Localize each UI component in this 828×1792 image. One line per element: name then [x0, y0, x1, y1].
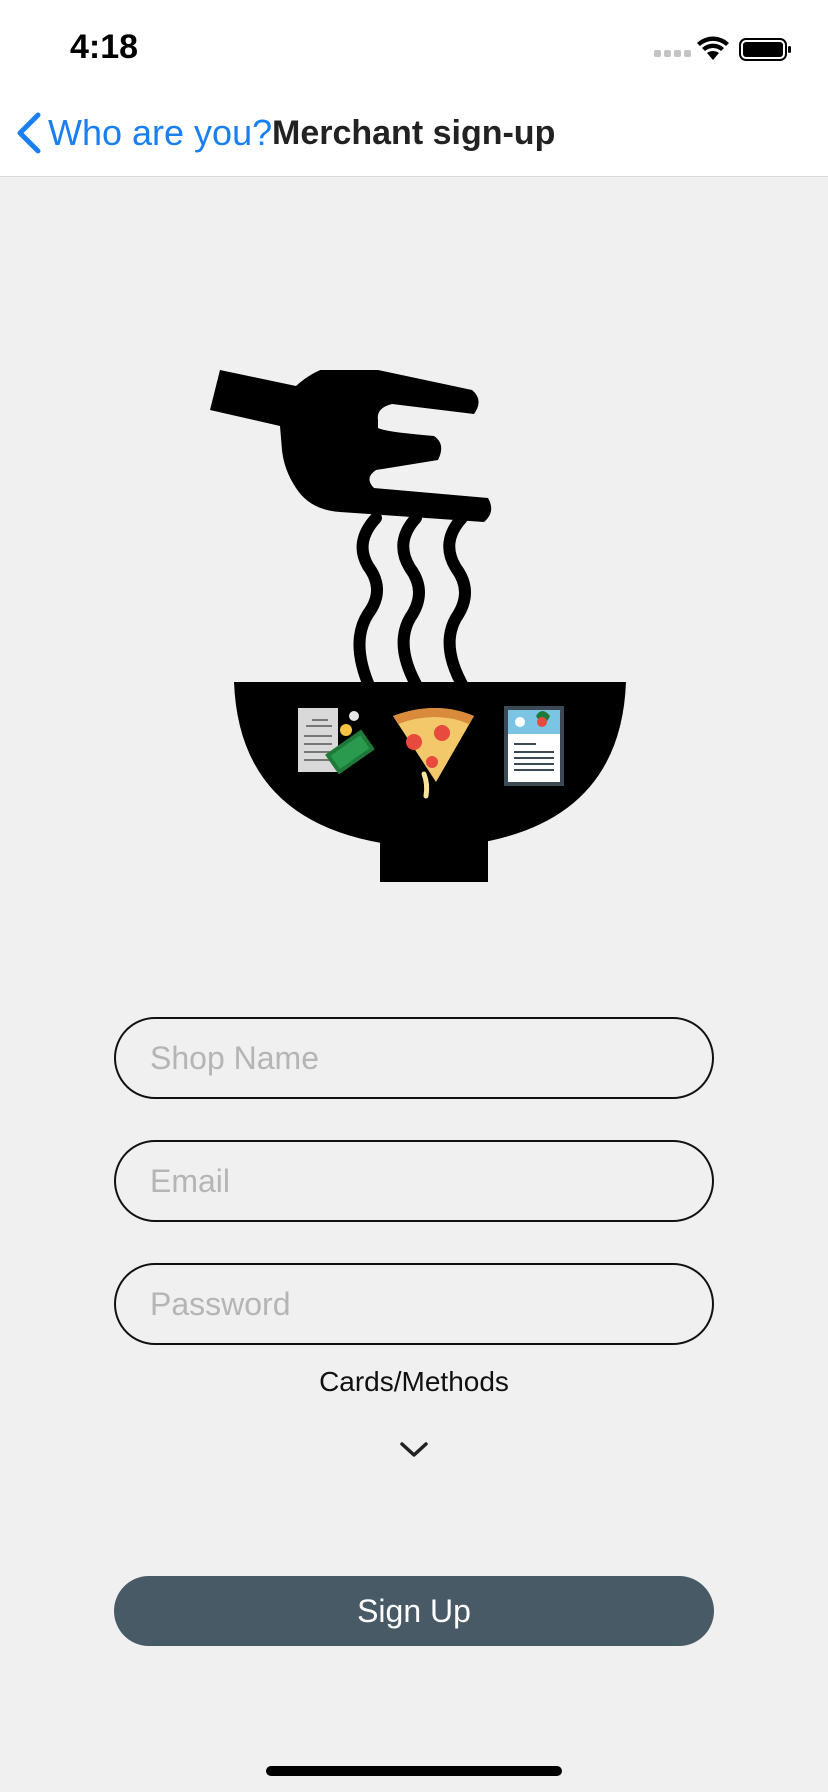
battery-icon	[739, 38, 791, 61]
sign-up-button[interactable]: Sign Up	[114, 1576, 714, 1646]
fork-icon	[210, 370, 492, 522]
status-icons	[654, 36, 791, 61]
back-button-label: Who are you?	[48, 112, 273, 153]
status-bar: 4:18	[0, 0, 828, 90]
cards-methods-label: Cards/Methods	[319, 1366, 509, 1397]
email-input[interactable]	[114, 1140, 714, 1222]
status-time: 4:18	[70, 28, 139, 66]
back-button[interactable]: Who are you?	[14, 108, 272, 158]
chevron-left-icon	[17, 112, 41, 154]
chevron-down-icon[interactable]	[398, 1440, 430, 1460]
shop-name-input[interactable]	[114, 1017, 714, 1099]
menu-card-icon	[504, 706, 564, 786]
app-logo	[210, 370, 626, 882]
noodles	[353, 512, 471, 694]
cellular-signal-icon	[654, 50, 691, 57]
wifi-icon	[697, 36, 729, 60]
home-indicator[interactable]	[266, 1766, 562, 1776]
password-input[interactable]	[114, 1263, 714, 1345]
page-title: Merchant sign-up	[272, 114, 556, 152]
navigation-bar: Who are you? Merchant sign-up	[0, 90, 828, 177]
